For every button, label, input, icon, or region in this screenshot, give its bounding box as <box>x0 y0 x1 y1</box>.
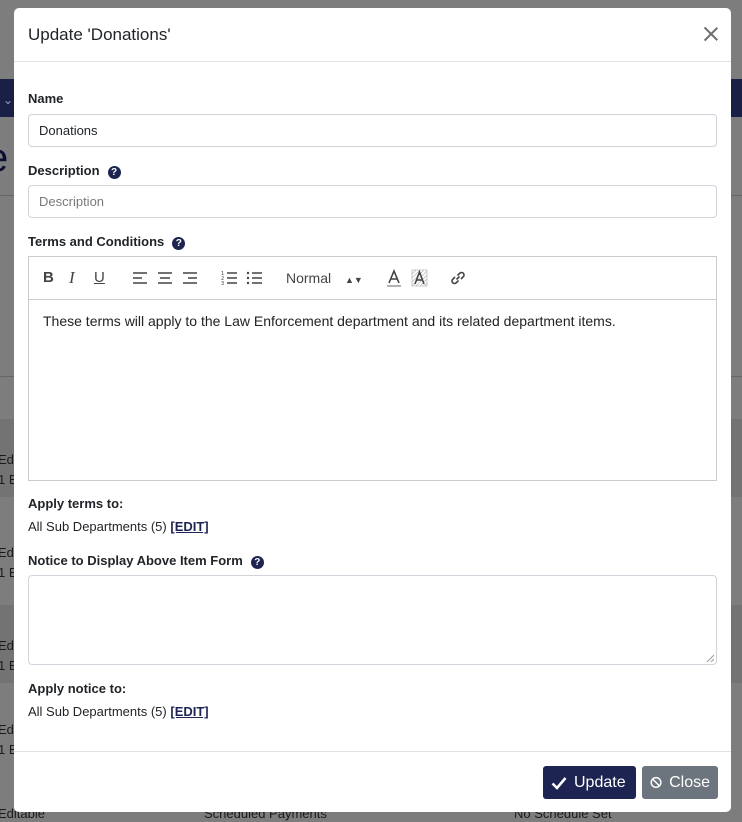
close-icon[interactable] <box>701 24 721 44</box>
underline-icon[interactable]: U <box>94 269 105 287</box>
align-right-icon[interactable] <box>182 269 198 287</box>
close-button-label: Close <box>669 773 710 791</box>
ban-icon <box>650 776 662 789</box>
help-icon[interactable]: ? <box>250 556 264 569</box>
format-select[interactable]: Normal ▲▼ <box>286 269 363 287</box>
check-icon <box>551 776 567 790</box>
terms-editor: B I U 123 Normal ▲▼ These terms will app… <box>28 256 717 481</box>
help-icon[interactable]: ? <box>107 166 121 179</box>
name-input[interactable] <box>28 114 717 147</box>
modal-footer: Update Close <box>14 751 731 812</box>
background-page-title: e <box>0 136 8 181</box>
align-center-icon[interactable] <box>157 269 173 287</box>
notice-label-row: Notice to Display Above Item Form? <box>28 553 264 569</box>
help-icon[interactable]: ? <box>172 237 186 250</box>
background-color-icon[interactable] <box>411 269 428 287</box>
description-label: Description <box>28 163 100 178</box>
update-modal: Update 'Donations' Name Description? Ter… <box>14 8 731 812</box>
apply-notice-label: Apply notice to: <box>28 681 127 696</box>
modal-title: Update 'Donations' <box>28 25 171 44</box>
ordered-list-icon[interactable]: 123 <box>221 269 238 287</box>
bullet-list-icon[interactable] <box>246 269 263 287</box>
description-label-row: Description? <box>28 163 121 179</box>
apply-terms-row: All Sub Departments (5) [EDIT] <box>28 519 209 534</box>
apply-notice-value: All Sub Departments (5) <box>28 704 167 719</box>
apply-terms-label: Apply terms to: <box>28 496 124 511</box>
svg-text:3: 3 <box>221 281 224 287</box>
editor-toolbar: B I U 123 Normal ▲▼ <box>29 257 716 300</box>
resize-handle-icon[interactable] <box>706 654 714 662</box>
update-button[interactable]: Update <box>543 766 636 799</box>
format-select-value: Normal <box>286 270 332 286</box>
edit-terms-link[interactable]: [EDIT] <box>170 519 208 534</box>
apply-notice-row: All Sub Departments (5) [EDIT] <box>28 704 209 719</box>
close-button[interactable]: Close <box>642 766 718 799</box>
apply-terms-value: All Sub Departments (5) <box>28 519 167 534</box>
chevron-down-icon: ⌄ <box>3 93 14 107</box>
bold-icon[interactable]: B <box>43 269 54 287</box>
edit-notice-link[interactable]: [EDIT] <box>170 704 208 719</box>
terms-content-area[interactable]: These terms will apply to the Law Enforc… <box>29 300 716 342</box>
notice-textarea[interactable] <box>28 575 717 665</box>
text-color-icon[interactable] <box>386 269 402 287</box>
update-button-label: Update <box>574 773 626 791</box>
terms-label-row: Terms and Conditions? <box>28 234 186 250</box>
notice-label: Notice to Display Above Item Form <box>28 553 243 568</box>
italic-icon[interactable]: I <box>69 269 75 287</box>
link-icon[interactable] <box>449 269 467 287</box>
terms-label: Terms and Conditions <box>28 234 165 249</box>
name-label: Name <box>28 91 64 106</box>
description-input[interactable] <box>28 185 717 218</box>
select-arrows-icon: ▲▼ <box>345 275 363 285</box>
modal-header: Update 'Donations' <box>14 8 731 62</box>
align-left-icon[interactable] <box>132 269 148 287</box>
